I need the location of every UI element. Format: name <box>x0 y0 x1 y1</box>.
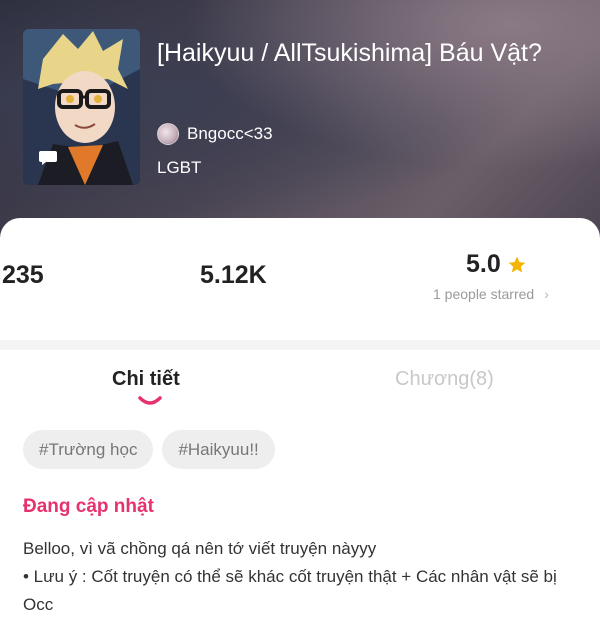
description-line: Belloo, vì vã chồng qá nên tớ viết truyệ… <box>23 539 377 558</box>
votes-count: 5.12K <box>200 261 267 289</box>
chevron-right-icon: › <box>544 286 549 302</box>
story-header: [Haikyuu / AllTsukishima] Báu Vật? Bngoc… <box>0 0 600 250</box>
active-tab-indicator <box>138 396 162 405</box>
tag-chip[interactable]: #Haikyuu!! <box>162 430 275 469</box>
stats-card: 235 5.12K 5.0 1 people starred › <box>0 218 600 340</box>
starred-text: 1 people starred <box>433 286 535 302</box>
starred-link[interactable]: 1 people starred › <box>433 286 549 302</box>
avatar <box>157 123 179 145</box>
status-label: Đang cập nhật <box>23 496 154 517</box>
star-icon <box>508 256 526 272</box>
story-title: [Haikyuu / AllTsukishima] Báu Vật? <box>157 39 542 67</box>
rating-value: 5.0 <box>466 250 501 278</box>
tag-list: #Trường học #Haikyuu!! <box>23 430 275 469</box>
rating: 5.0 <box>466 250 527 279</box>
story-description: Belloo, vì vã chồng qá nên tớ viết truyệ… <box>23 535 583 619</box>
reads-count: 235 <box>2 261 44 289</box>
story-cover-image[interactable] <box>23 29 140 185</box>
tag-chip[interactable]: #Trường học <box>23 430 154 469</box>
details-section: Chi tiết Chương(8) #Trường học #Haikyuu!… <box>0 350 600 636</box>
author-link[interactable]: Bngocc<33 <box>157 121 273 147</box>
tab-details[interactable]: Chi tiết <box>112 368 180 391</box>
description-line: • Lưu ý : Cốt truyện có thể sẽ khác cốt … <box>23 567 557 614</box>
author-name: Bngocc<33 <box>187 124 273 143</box>
tab-chapters[interactable]: Chương(8) <box>395 368 494 391</box>
chat-bubble-icon <box>39 151 57 165</box>
genre-label[interactable]: LGBT <box>157 158 201 178</box>
